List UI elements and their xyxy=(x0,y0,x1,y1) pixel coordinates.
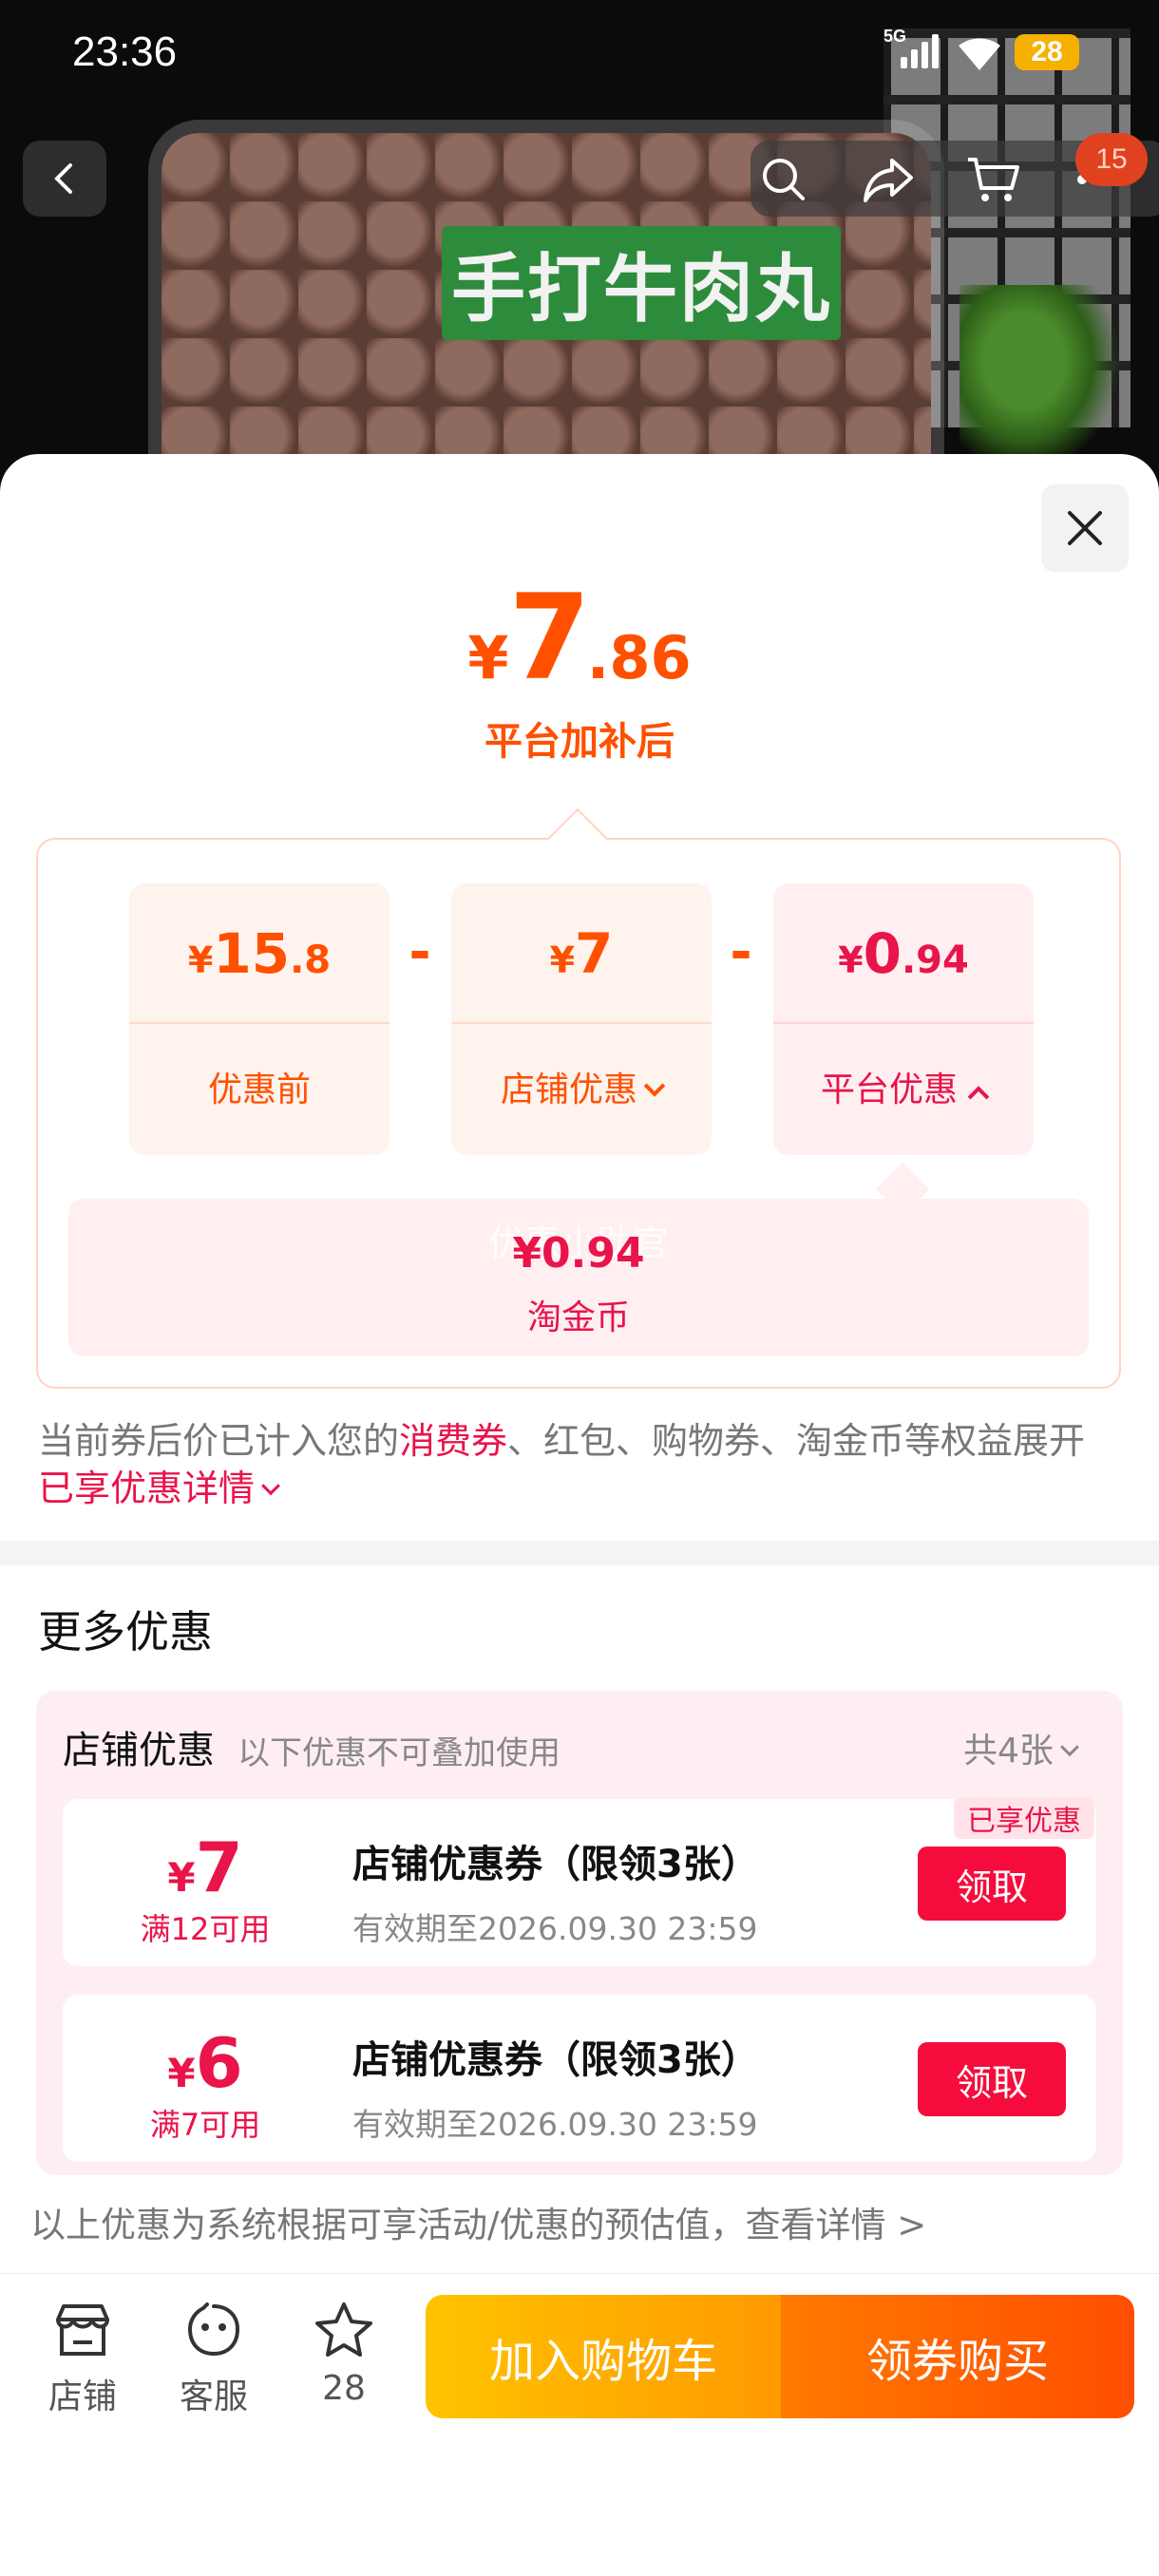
coupon-expiry: 有效期至2026.09.30 23:59 xyxy=(352,1910,758,1947)
favorite-count: 28 xyxy=(322,2369,366,2408)
original-price-label: 优惠前 xyxy=(207,1070,311,1109)
chevron-down-icon xyxy=(643,1075,666,1097)
original-price-decimal: .8 xyxy=(290,938,332,982)
coupon-amount: ¥6 xyxy=(63,2023,348,2103)
coupon-name: 店铺优惠券（限领3张） xyxy=(352,1843,759,1886)
store-discount-value: ¥7 xyxy=(451,921,712,986)
store-discount-card[interactable]: ¥7 店铺优惠 xyxy=(451,883,712,1155)
store-coupons-subtitle: 以下优惠不可叠加使用 xyxy=(238,1734,560,1772)
customer-service-button[interactable]: 客服 xyxy=(162,2297,266,2418)
coupon-expiry: 有效期至2026.09.30 23:59 xyxy=(352,2106,758,2143)
close-icon xyxy=(1068,511,1102,545)
close-button[interactable] xyxy=(1041,484,1129,572)
claim-coupon-button[interactable]: 领取 xyxy=(918,2042,1066,2116)
coupon-value: 6 xyxy=(195,2023,243,2103)
original-price-currency: ¥ xyxy=(187,939,214,981)
favorite-button[interactable]: 28 xyxy=(292,2297,396,2408)
card-divider xyxy=(773,1022,1034,1024)
price-decimal: .86 xyxy=(586,623,692,692)
taojinbi-value: ¥0.94 xyxy=(512,1229,645,1278)
platform-discount-card[interactable]: ¥0.94 平台优惠 xyxy=(773,883,1034,1155)
cart-button[interactable] xyxy=(960,146,1026,213)
platform-discount-decimal: .94 xyxy=(901,938,969,982)
store-discount-currency: ¥ xyxy=(549,939,576,981)
coupon-amount: ¥7 xyxy=(63,1828,348,1907)
coupon-condition: 满12可用 xyxy=(140,1911,271,1947)
status-time: 23:36 xyxy=(72,28,178,75)
price-integer: 7 xyxy=(508,570,591,707)
coupon-card: ¥6 满7可用 店铺优惠券（限领3张） 有效期至2026.09.30 23:59… xyxy=(63,1995,1096,2162)
store-icon xyxy=(56,2304,109,2356)
chevron-down-icon xyxy=(1060,1737,1079,1757)
back-arrow-icon xyxy=(54,163,72,194)
taojinbi-label: 淘金币 xyxy=(526,1298,630,1337)
coupon-condition: 满7可用 xyxy=(149,2107,261,2143)
card-divider xyxy=(451,1022,712,1024)
system-navigation-bar xyxy=(0,2434,1159,2576)
final-price: ¥7.86 xyxy=(0,570,1159,707)
platform-discount-label-row: 平台优惠 xyxy=(773,1062,1034,1111)
add-to-cart-button[interactable]: 加入购物车 xyxy=(426,2295,781,2418)
store-coupons-title: 店铺优惠 xyxy=(63,1729,215,1772)
price-currency: ¥ xyxy=(467,623,509,692)
platform-discount-detail: 优惠小助官 ¥0.94 淘金币 xyxy=(68,1199,1089,1356)
note-text-2: 、红包、购物券、淘金币等权益展开 xyxy=(507,1420,1086,1462)
status-bar: 23:36 5G 28 xyxy=(0,0,1159,104)
coupon-applied-tag: 已享优惠 xyxy=(954,1797,1094,1839)
section-divider xyxy=(0,1541,1159,1565)
original-price-value: ¥15.8 xyxy=(129,921,390,986)
signal-icon xyxy=(901,34,942,68)
store-discount-label-row: 店铺优惠 xyxy=(451,1062,712,1111)
customer-service-label: 客服 xyxy=(179,2377,248,2416)
enjoyed-discount-details-link[interactable]: 已享优惠详情 xyxy=(38,1468,255,1509)
minus-sign: - xyxy=(408,921,431,983)
share-button[interactable] xyxy=(855,146,922,213)
coupon-link[interactable]: 消费券 xyxy=(399,1420,507,1462)
coupon-name: 店铺优惠券（限领3张） xyxy=(352,2038,759,2082)
original-price-integer: 15 xyxy=(213,921,291,986)
search-button[interactable] xyxy=(750,146,817,213)
price-caption: 平台加补后 xyxy=(484,720,674,764)
more-discounts-title: 更多优惠 xyxy=(38,1606,213,1657)
back-button[interactable] xyxy=(23,141,106,217)
store-discount-integer: 7 xyxy=(575,921,614,986)
background-plant xyxy=(960,285,1121,475)
cart-icon xyxy=(968,158,1019,201)
claim-and-buy-button[interactable]: 领券购买 xyxy=(781,2295,1134,2418)
platform-discount-label: 平台优惠 xyxy=(820,1070,958,1109)
minus-sign: - xyxy=(730,921,752,983)
search-icon xyxy=(763,159,805,200)
platform-discount-value: ¥0.94 xyxy=(773,921,1034,986)
customer-service-icon xyxy=(187,2302,240,2357)
package-label: 手打牛肉丸 xyxy=(442,226,841,340)
share-icon xyxy=(864,159,913,202)
chevron-down-icon xyxy=(261,1475,280,1495)
chevron-up-icon xyxy=(967,1086,990,1108)
platform-discount-currency: ¥ xyxy=(838,939,864,981)
store-label: 店铺 xyxy=(48,2377,117,2416)
coupon-currency: ¥ xyxy=(167,2050,196,2096)
star-icon xyxy=(315,2302,372,2357)
wifi-icon xyxy=(959,38,1000,70)
note-text: 当前券后价已计入您的 xyxy=(38,1420,400,1462)
battery-icon: 28 xyxy=(1015,34,1079,70)
coupon-count-toggle[interactable]: 共4张 xyxy=(963,1723,1079,1772)
coupon-count: 共4张 xyxy=(963,1732,1054,1771)
coupon-card: ¥7 满12可用 店铺优惠券（限领3张） 有效期至2026.09.30 23:5… xyxy=(63,1797,1096,1966)
original-price-card: ¥15.8 优惠前 xyxy=(129,883,390,1155)
coupon-value: 7 xyxy=(195,1828,243,1907)
claim-coupon-button[interactable]: 领取 xyxy=(918,1847,1066,1921)
discount-note: 当前券后价已计入您的消费券、红包、购物券、淘金币等权益展开已享优惠详情 xyxy=(38,1417,1121,1512)
card-divider xyxy=(129,1022,390,1024)
store-button[interactable]: 店铺 xyxy=(30,2297,135,2418)
platform-discount-integer: 0 xyxy=(863,921,902,986)
store-discount-label: 店铺优惠 xyxy=(500,1070,637,1109)
cart-count-badge: 15 xyxy=(1075,133,1148,186)
coupon-currency: ¥ xyxy=(167,1854,196,1901)
estimate-disclaimer[interactable]: 以上优惠为系统根据可享活动/优惠的预估值，查看详情 > xyxy=(30,2196,926,2247)
